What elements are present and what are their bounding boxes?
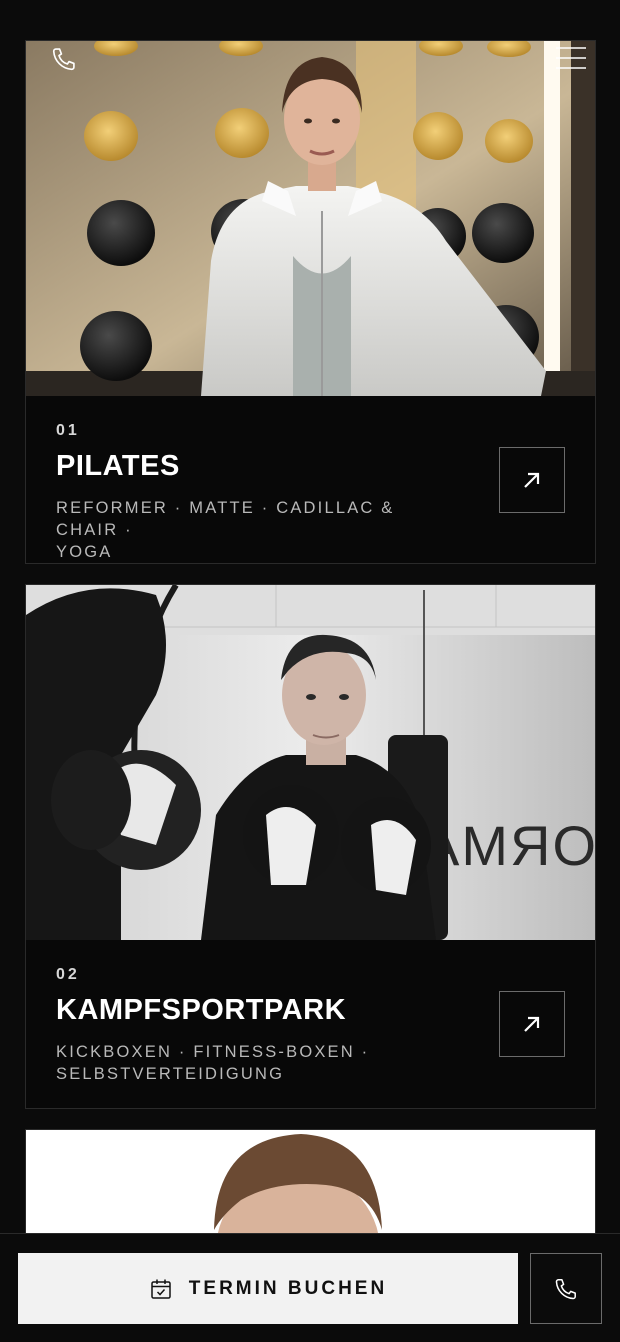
card-tags-line: KICKBOXEN · FITNESS-BOXEN · — [56, 1043, 370, 1061]
card-tags: KICKBOXEN · FITNESS-BOXEN · SELBSTVERTEI… — [56, 1041, 456, 1085]
card-title: KAMPFSPORTPARK — [56, 994, 347, 1026]
card-body: 02 KAMPFSPORTPARK KICKBOXEN · FITNESS-BO… — [26, 940, 595, 1085]
menu-icon[interactable] — [554, 44, 588, 72]
open-kampfsportpark-button[interactable] — [499, 991, 565, 1057]
open-pilates-button[interactable] — [499, 447, 565, 513]
bottom-action-bar: TERMIN BUCHEN — [0, 1233, 620, 1342]
card-number: 02 — [56, 966, 80, 983]
card-number: 01 — [56, 422, 80, 439]
card-title: PILATES — [56, 450, 180, 482]
card-tags-line: SELBSTVERTEIDIGUNG — [56, 1065, 285, 1083]
phone-icon — [555, 1278, 576, 1299]
pilates-photo — [26, 41, 595, 396]
calendar-check-icon — [151, 1279, 171, 1299]
book-appointment-label: TERMIN BUCHEN — [188, 1277, 388, 1299]
kampfsport-photo: ORMA — [26, 585, 595, 940]
card-tags: REFORMER · MATTE · CADILLAC & CHAIR · YO… — [56, 497, 456, 563]
arrow-up-right-icon — [524, 472, 540, 488]
service-card-pilates[interactable]: 01 PILATES REFORMER · MATTE · CADILLAC &… — [25, 40, 596, 564]
book-appointment-button[interactable]: TERMIN BUCHEN — [18, 1253, 518, 1324]
service-card-kampfsportpark[interactable]: ORMA 02 KAMPFSPORTPARK KICKBOXEN · FITNE… — [25, 584, 596, 1109]
card-tags-line: YOGA — [56, 543, 113, 561]
phone-icon[interactable] — [49, 44, 79, 74]
card-tags-line: REFORMER · MATTE · CADILLAC & CHAIR · — [56, 499, 395, 539]
arrow-up-right-icon — [524, 1016, 540, 1032]
card-body: 01 PILATES REFORMER · MATTE · CADILLAC &… — [26, 396, 595, 563]
call-button[interactable] — [530, 1253, 602, 1324]
